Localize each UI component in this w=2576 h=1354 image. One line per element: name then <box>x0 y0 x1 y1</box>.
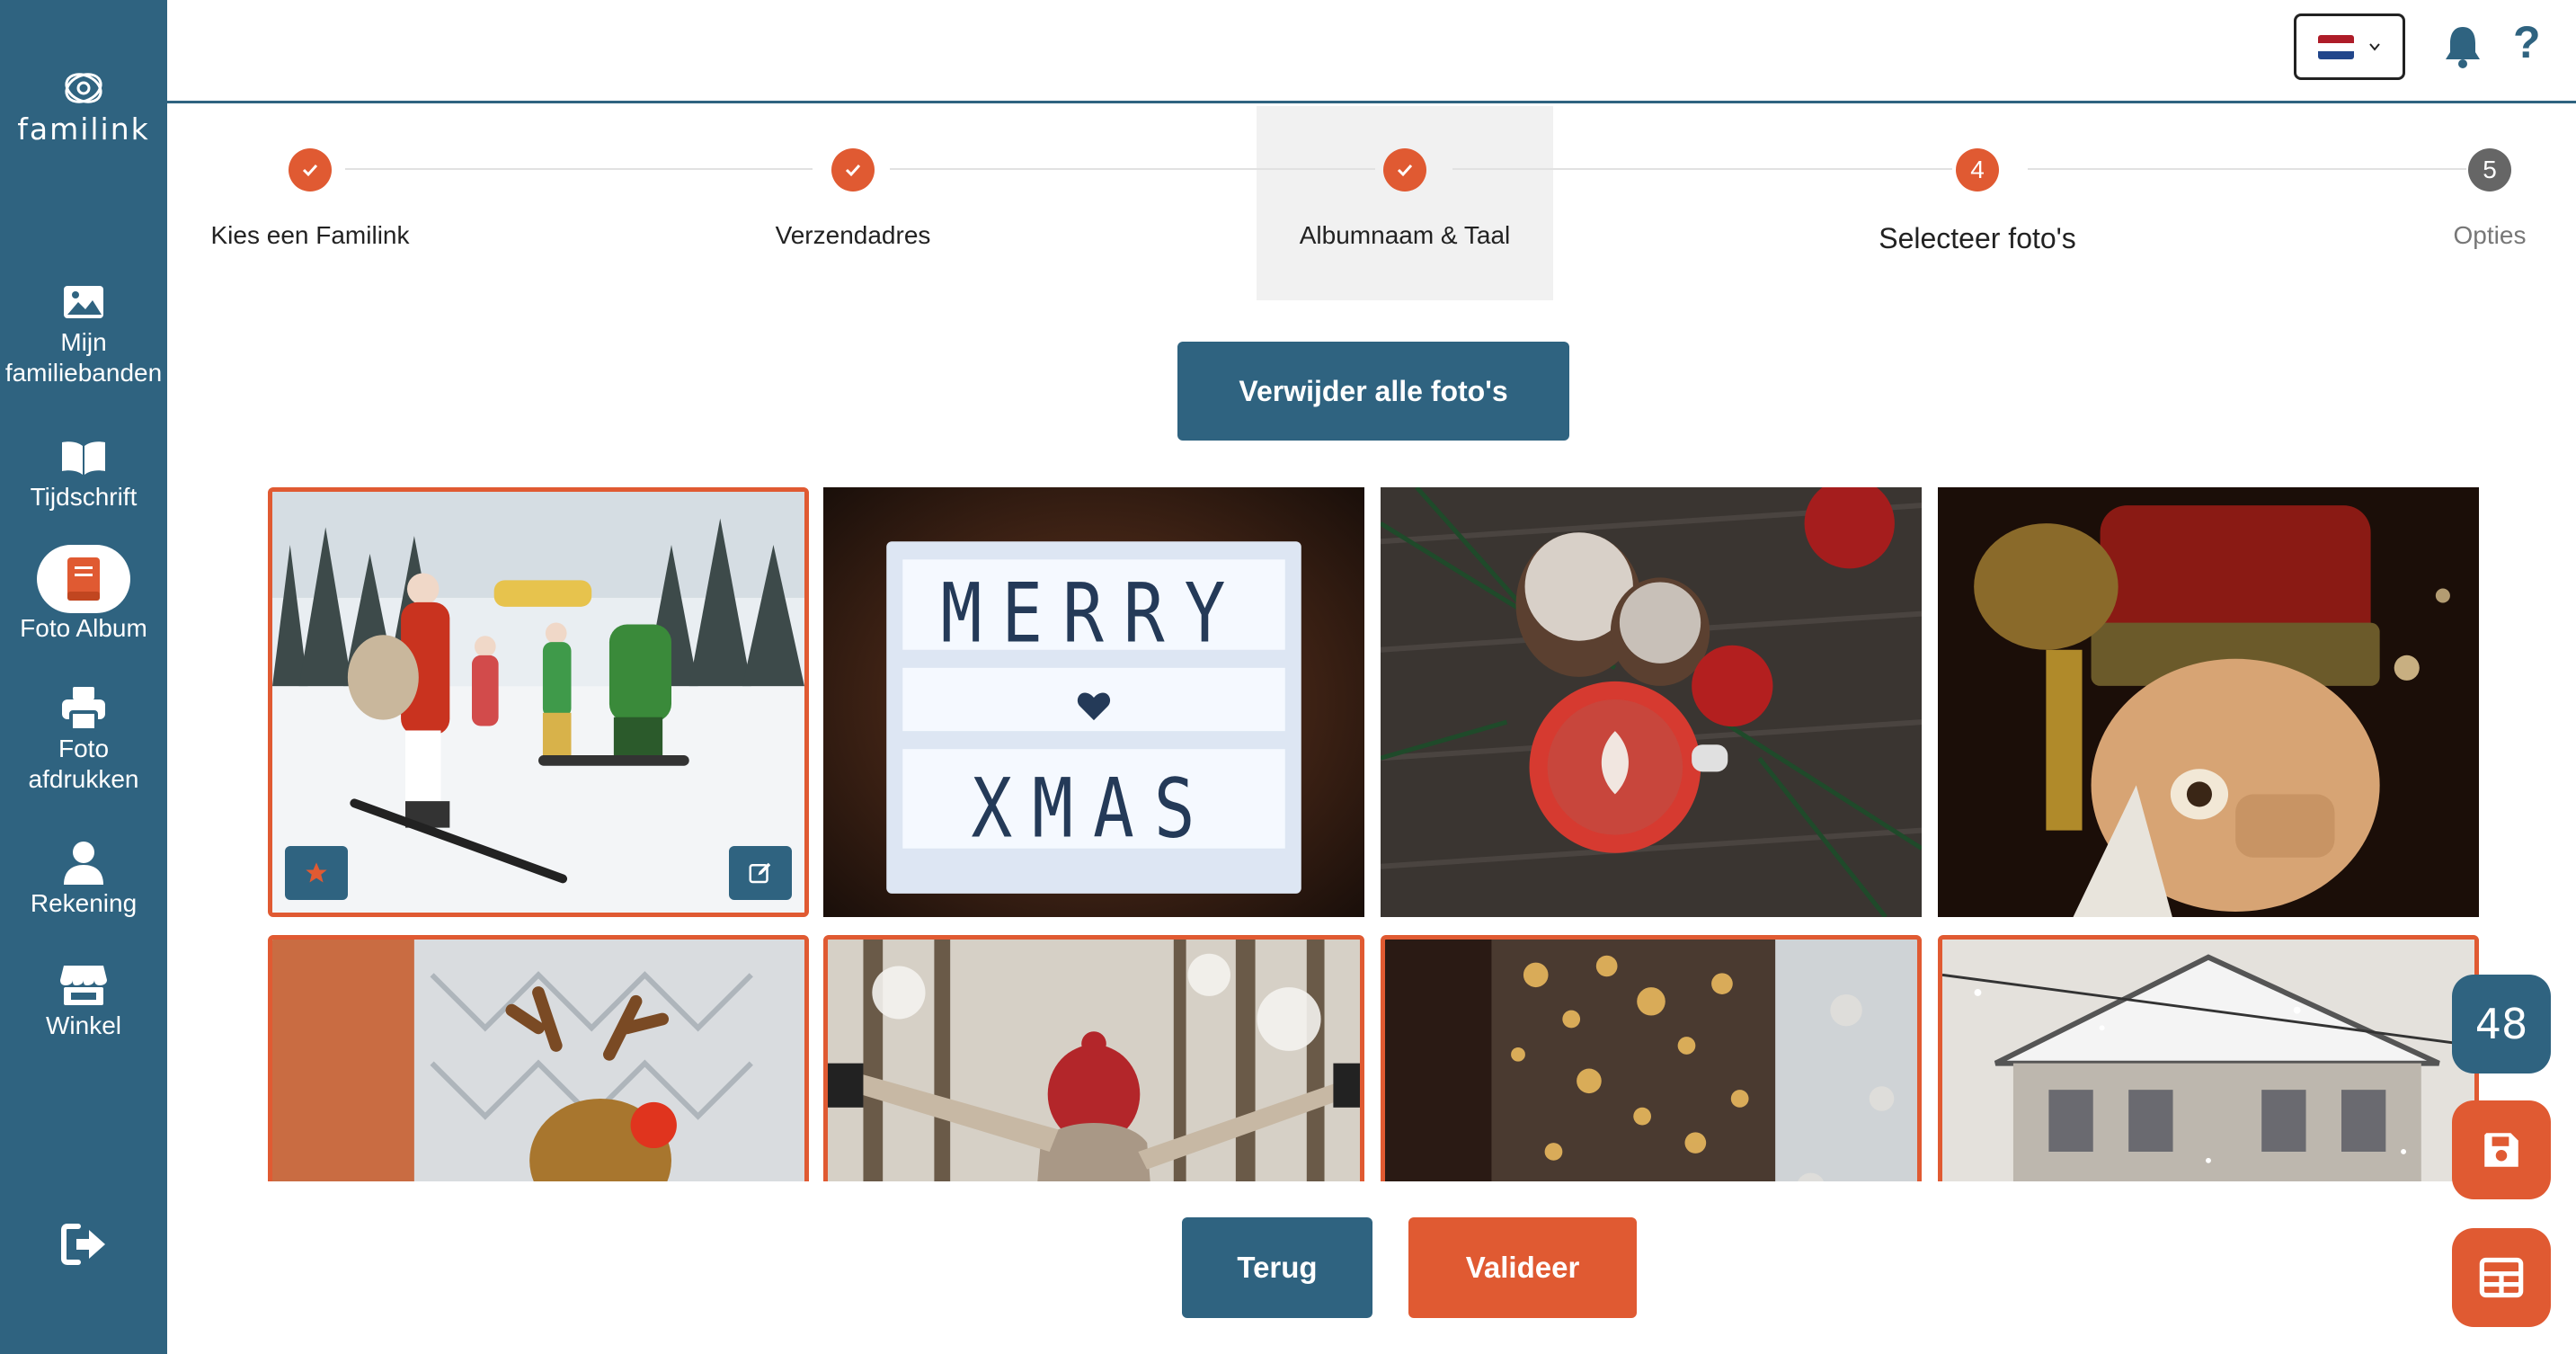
sidebar-item-label: Tijdschrift <box>30 483 138 511</box>
photo-grid: MERRY XMAS <box>266 485 2486 1181</box>
printer-icon <box>62 687 105 732</box>
photo-image <box>272 492 804 913</box>
sidebar-item-winkel[interactable]: Winkel <box>0 960 167 1041</box>
sidebar-item-tijdschrift[interactable]: Tijdschrift <box>0 432 167 512</box>
save-button[interactable] <box>2452 1100 2551 1199</box>
brand-logo[interactable]: familink <box>0 67 167 147</box>
sidebar-item-label: Rekening <box>30 889 138 917</box>
step-label: Kies een Familink <box>210 221 410 249</box>
photo-tile[interactable] <box>268 487 809 917</box>
save-icon <box>2484 1133 2518 1167</box>
album-icon <box>67 557 100 601</box>
step-2-check[interactable] <box>831 148 875 192</box>
step-label: Albumnaam & Taal <box>1299 221 1511 249</box>
sidebar-item-label: Foto Album <box>20 614 147 642</box>
user-icon <box>64 842 103 885</box>
step-label: Verzendadres <box>775 221 931 249</box>
sidebar-item-label: Foto afdrukken <box>28 735 139 793</box>
photo-image <box>1381 487 1922 917</box>
photo-count-badge: 48 <box>2452 975 2551 1073</box>
layout-button[interactable] <box>2452 1228 2551 1327</box>
step-label: Opties <box>2453 221 2527 249</box>
language-selector[interactable] <box>2294 13 2405 80</box>
sidebar-item-familiebanden[interactable]: Mijn familiebanden <box>0 277 167 388</box>
photo-tile[interactable]: MERRY XMAS <box>823 487 1364 917</box>
step-5-number[interactable]: 5 <box>2468 148 2511 192</box>
photo-tile[interactable] <box>823 935 1364 1181</box>
edit-icon <box>749 862 771 884</box>
nl-flag-icon <box>2318 34 2354 59</box>
photo-image <box>272 940 804 1181</box>
logout-button[interactable] <box>0 1219 167 1269</box>
photo-image <box>828 940 1360 1181</box>
photo-count: 48 <box>2474 1000 2528 1048</box>
lightbox-line-1: MERRY <box>940 565 1246 661</box>
edit-photo-button[interactable] <box>729 846 792 900</box>
step-3-check[interactable] <box>1383 148 1426 192</box>
photo-tile[interactable] <box>1938 487 2479 917</box>
favorite-button[interactable] <box>285 846 348 900</box>
photo-image <box>1942 940 2474 1181</box>
remove-all-photos-button[interactable]: Verwijder alle foto's <box>1177 342 1569 441</box>
photo-tile[interactable] <box>1938 935 2479 1181</box>
back-button[interactable]: Terug <box>1182 1217 1372 1318</box>
logout-icon <box>61 1224 105 1265</box>
sidebar-item-label: Mijn familiebanden <box>4 328 163 387</box>
layout-grid-icon <box>2479 1257 2524 1298</box>
check-icon <box>302 164 318 177</box>
photo-tile[interactable] <box>1381 935 1922 1181</box>
step-highlight <box>1257 106 1553 300</box>
lightbox-line-2: XMAS <box>971 760 1215 856</box>
active-indicator <box>37 545 130 613</box>
familink-logo-icon <box>65 73 102 103</box>
top-bar <box>167 0 2576 103</box>
sidebar-item-label: Winkel <box>45 1011 121 1039</box>
book-open-icon <box>62 441 105 475</box>
step-4-number[interactable]: 4 <box>1956 148 1999 192</box>
check-icon <box>845 164 861 177</box>
sidebar-item-foto-album[interactable]: Foto Album <box>0 545 167 644</box>
bell-icon[interactable] <box>2443 23 2483 68</box>
sidebar: familink Mijn familiebanden Tijdschrift … <box>0 0 167 1354</box>
photo-tile[interactable] <box>1381 487 1922 917</box>
photo-image <box>1938 487 2479 917</box>
sidebar-item-foto-afdrukken[interactable]: Foto afdrukken <box>0 683 167 795</box>
photo-tile[interactable] <box>268 935 809 1181</box>
step-1-check[interactable] <box>289 148 332 192</box>
image-icon <box>64 286 103 318</box>
step-label-current: Selecteer foto's <box>1879 222 2076 254</box>
step-connector <box>345 168 813 170</box>
store-icon <box>60 966 107 1005</box>
sidebar-item-rekening[interactable]: Rekening <box>0 838 167 919</box>
check-icon <box>1397 164 1413 177</box>
help-button[interactable]: ? <box>2513 16 2541 68</box>
brand-name: familink <box>17 111 150 147</box>
photo-image <box>1385 940 1917 1181</box>
star-icon <box>306 862 327 883</box>
step-connector <box>2028 168 2466 170</box>
chevron-down-icon <box>2369 43 2380 51</box>
step-connector <box>890 168 1375 170</box>
step-connector <box>1452 168 1952 170</box>
validate-button[interactable]: Valideer <box>1408 1217 1637 1318</box>
